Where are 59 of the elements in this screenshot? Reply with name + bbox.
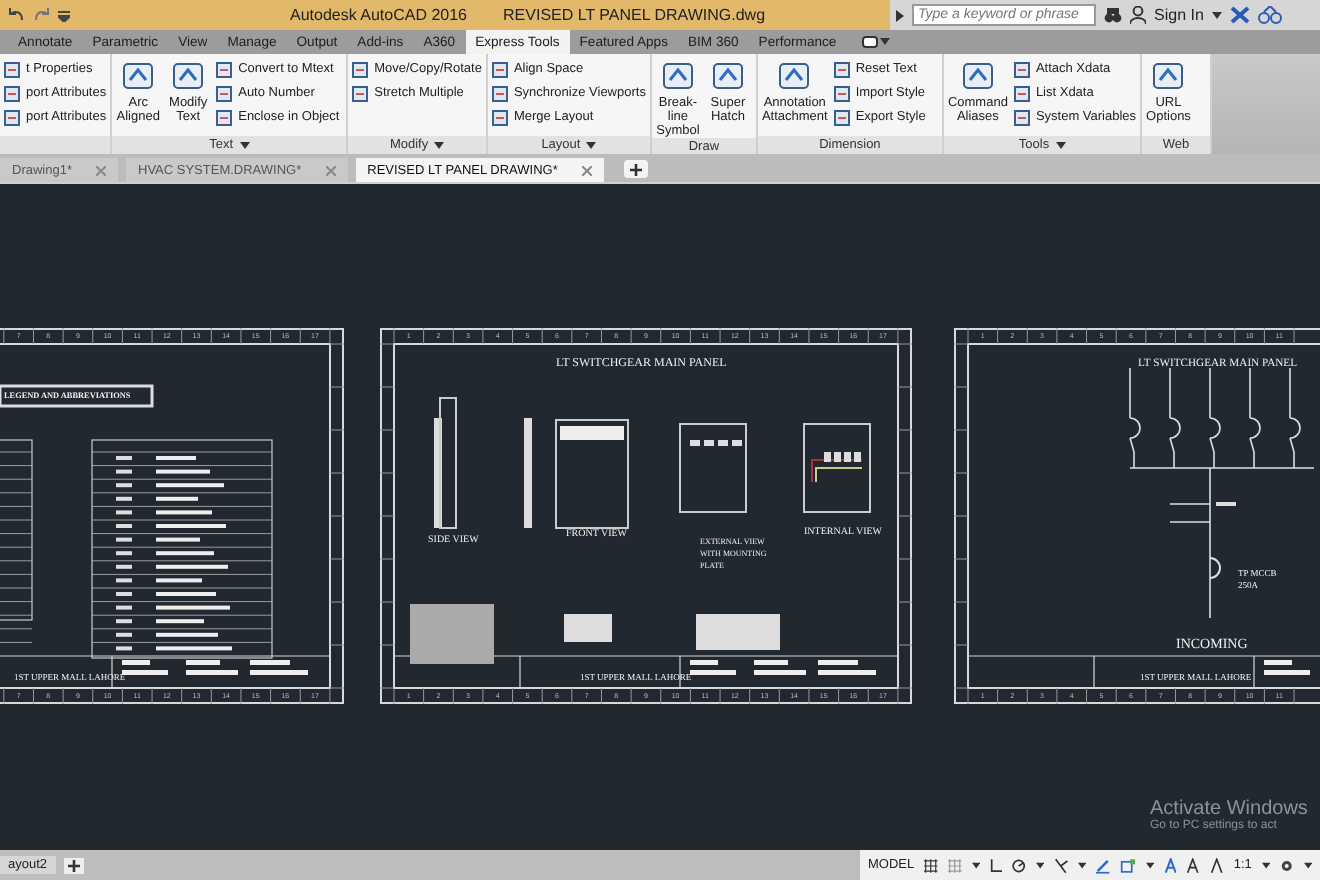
binoculars-icon[interactable] (1104, 7, 1122, 23)
plus-icon (67, 859, 80, 871)
tool-icon (352, 61, 369, 77)
caret-icon[interactable] (434, 141, 445, 149)
tool-icon (776, 60, 813, 92)
caret-icon[interactable] (239, 141, 250, 149)
activation-title: Activate Windows (1150, 798, 1308, 820)
tool-icon (709, 60, 746, 92)
caret-icon[interactable] (1078, 861, 1087, 869)
tool-icon (4, 109, 20, 125)
tool-icon (352, 85, 369, 101)
caret-icon[interactable] (1055, 141, 1066, 149)
file-title: REVISED LT PANEL DRAWING.dwg (503, 6, 766, 24)
caret-icon[interactable] (1303, 861, 1313, 869)
annotation-scale-icon[interactable] (1186, 857, 1201, 873)
tool-icon (491, 85, 508, 101)
tool-icon (833, 61, 850, 77)
annotation-icon[interactable] (1163, 857, 1177, 873)
menu-caret-icon[interactable] (58, 9, 70, 21)
tool-icon (4, 61, 20, 77)
polar-icon[interactable] (1012, 857, 1027, 873)
panel-toggle-icon[interactable] (862, 36, 879, 48)
tool-icon (216, 61, 233, 77)
sign-in-link[interactable]: Sign In (1154, 6, 1204, 24)
tool-icon (120, 60, 157, 92)
tool-icon (959, 60, 996, 92)
undo-icon[interactable] (6, 6, 26, 24)
tool-icon (216, 109, 233, 125)
tool-icon (1013, 61, 1030, 77)
expand-arrow-icon[interactable] (896, 9, 904, 21)
ortho-icon[interactable] (989, 857, 1003, 873)
tool-icon (4, 85, 20, 101)
grid-icon[interactable] (924, 857, 938, 873)
settings-icon[interactable] (1280, 857, 1294, 873)
caret-icon[interactable] (586, 141, 597, 149)
tool-icon (491, 109, 508, 125)
tool-icon (1150, 60, 1187, 92)
close-icon[interactable] (581, 165, 592, 175)
tool-icon (216, 85, 233, 101)
caret-icon[interactable] (1211, 11, 1222, 19)
tool-icon (170, 60, 207, 92)
tool-icon (1013, 109, 1030, 125)
tool-icon (659, 60, 696, 92)
caret-icon[interactable] (880, 38, 891, 46)
tool-icon (1013, 85, 1030, 101)
caret-icon[interactable] (1145, 861, 1154, 869)
tool-icon (833, 109, 850, 125)
caret-icon[interactable] (1261, 861, 1271, 869)
new-tab-button[interactable] (623, 160, 648, 178)
new-layout-button[interactable] (63, 857, 84, 873)
pencil-icon[interactable] (1096, 857, 1110, 873)
plus-icon (629, 163, 642, 175)
user-icon[interactable] (1130, 6, 1146, 24)
app-title: Autodesk AutoCAD 2016 (290, 6, 468, 24)
tool-icon (833, 85, 850, 101)
tool-icon (491, 61, 508, 77)
viewport-icon[interactable] (1120, 857, 1136, 873)
caret-icon[interactable] (1036, 861, 1045, 869)
caret-icon[interactable] (971, 861, 980, 869)
